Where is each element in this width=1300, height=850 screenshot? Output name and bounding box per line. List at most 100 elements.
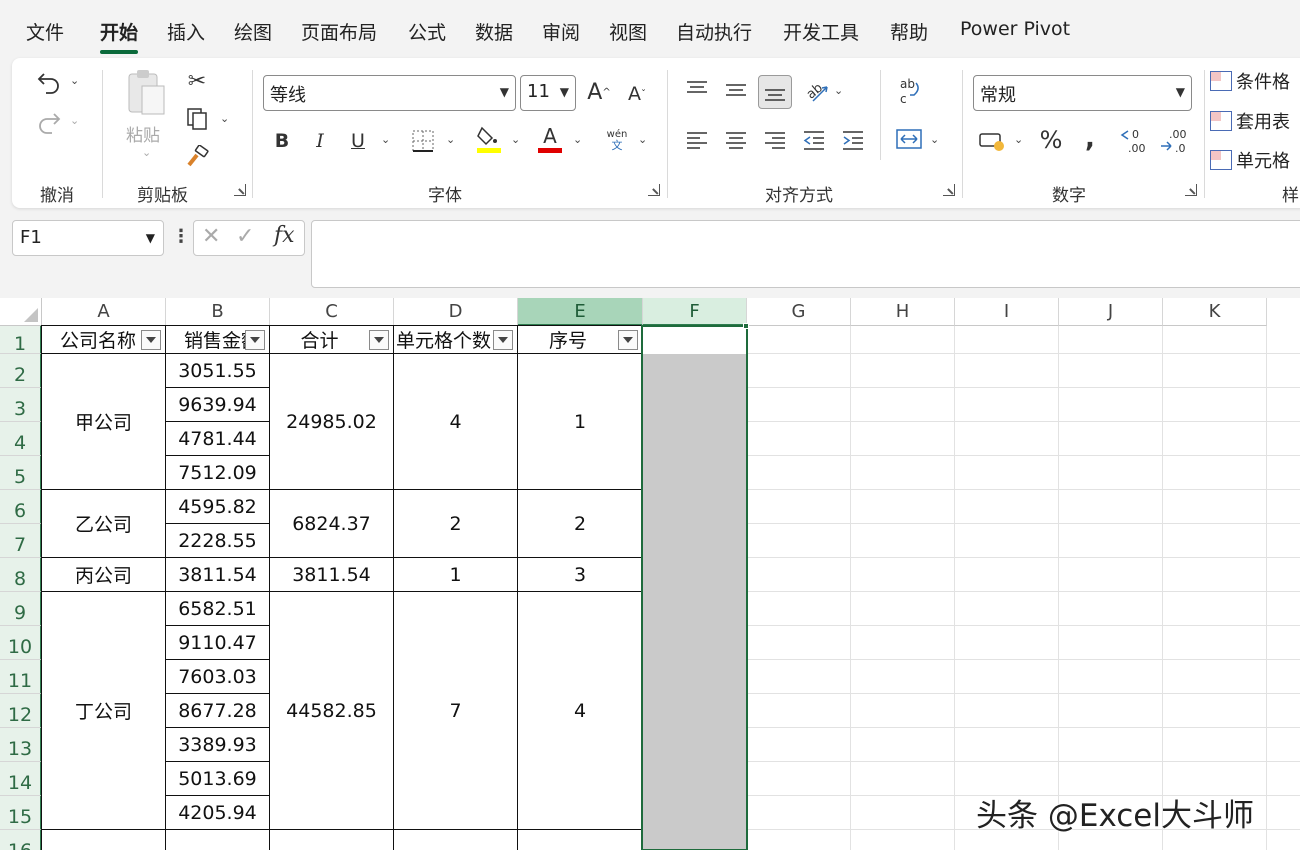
borders-dropdown-icon[interactable]: ⌄: [446, 133, 455, 146]
row-header-5[interactable]: 5: [0, 456, 42, 490]
increase-font-icon[interactable]: A ^: [586, 78, 612, 106]
company-cell[interactable]: 丙公司: [41, 557, 166, 592]
sales-cell[interactable]: 3051.55: [165, 353, 270, 388]
company-cell[interactable]: 乙公司: [41, 489, 166, 558]
sales-cell[interactable]: 9110.47: [165, 625, 270, 660]
count-cell[interactable]: 4: [393, 353, 518, 490]
align-top-icon[interactable]: [684, 78, 710, 102]
filter-dropdown-icon[interactable]: [141, 330, 161, 350]
total-cell[interactable]: 3811.54: [269, 557, 394, 592]
sales-cell[interactable]: 7512.09: [165, 455, 270, 490]
fill-color-icon[interactable]: [475, 124, 503, 154]
row-header-10[interactable]: 10: [0, 626, 42, 660]
clipboard-launcher-icon[interactable]: [234, 184, 246, 196]
empty-cell[interactable]: [517, 829, 643, 850]
phonetic-dropdown-icon[interactable]: ⌄: [638, 133, 647, 146]
column-header-f[interactable]: F: [643, 298, 747, 326]
column-header-g[interactable]: G: [747, 298, 851, 326]
tab-review[interactable]: 审阅: [542, 18, 580, 45]
copy-dropdown-icon[interactable]: ⌄: [220, 112, 229, 125]
tab-power-pivot[interactable]: Power Pivot: [960, 18, 1070, 40]
column-header-i[interactable]: I: [955, 298, 1059, 326]
index-cell[interactable]: 1: [517, 353, 643, 490]
paste-label[interactable]: 粘贴: [126, 121, 160, 146]
filter-dropdown-icon[interactable]: [369, 330, 389, 350]
empty-cell[interactable]: [41, 829, 166, 850]
number-launcher-icon[interactable]: [1185, 184, 1197, 196]
align-left-icon[interactable]: [684, 128, 710, 152]
accounting-format-icon[interactable]: [978, 128, 1008, 154]
row-header-14[interactable]: 14: [0, 762, 42, 796]
tab-page-layout[interactable]: 页面布局: [301, 18, 377, 45]
conditional-formatting-button[interactable]: 条件格: [1210, 68, 1290, 94]
fill-handle[interactable]: [743, 323, 749, 329]
sales-cell[interactable]: 3389.93: [165, 727, 270, 762]
row-header-6[interactable]: 6: [0, 490, 42, 524]
tab-draw[interactable]: 绘图: [234, 18, 272, 45]
tab-developer[interactable]: 开发工具: [783, 18, 859, 45]
tab-data[interactable]: 数据: [475, 18, 513, 45]
font-size-combo[interactable]: 11 ▼: [520, 75, 576, 111]
sales-cell[interactable]: 4595.82: [165, 489, 270, 524]
name-box[interactable]: F1 ▼: [12, 220, 164, 256]
tab-view[interactable]: 视图: [609, 18, 647, 45]
count-cell[interactable]: 7: [393, 591, 518, 830]
empty-cell[interactable]: [269, 829, 394, 850]
paste-icon[interactable]: [124, 68, 168, 118]
tab-home[interactable]: 开始: [100, 18, 139, 54]
tab-insert[interactable]: 插入: [167, 18, 205, 45]
index-cell[interactable]: 2: [517, 489, 643, 558]
percent-icon[interactable]: %: [1038, 126, 1064, 154]
row-header-2[interactable]: 2: [0, 354, 42, 388]
borders-icon[interactable]: [410, 128, 436, 154]
merge-dropdown-icon[interactable]: ⌄: [930, 133, 939, 146]
undo-icon[interactable]: [34, 66, 64, 96]
orientation-icon[interactable]: ab: [802, 78, 830, 104]
sales-cell[interactable]: 4205.94: [165, 795, 270, 830]
merge-center-icon[interactable]: [894, 126, 924, 152]
sales-cell[interactable]: 5013.69: [165, 761, 270, 796]
filter-dropdown-icon[interactable]: [618, 330, 638, 350]
font-color-dropdown-icon[interactable]: ⌄: [573, 133, 582, 146]
wrap-text-icon[interactable]: ab c: [896, 76, 924, 106]
fill-color-dropdown-icon[interactable]: ⌄: [511, 133, 520, 146]
total-cell[interactable]: 24985.02: [269, 353, 394, 490]
increase-indent-icon[interactable]: [840, 128, 866, 152]
column-header-e[interactable]: E: [518, 298, 643, 326]
cut-icon[interactable]: ✂: [184, 68, 210, 94]
align-center-icon[interactable]: [723, 128, 749, 152]
column-header-c[interactable]: C: [270, 298, 394, 326]
underline-dropdown-icon[interactable]: ⌄: [381, 133, 390, 146]
column-header-b[interactable]: B: [166, 298, 270, 326]
row-header-9[interactable]: 9: [0, 592, 42, 626]
number-format-combo[interactable]: 常规 ▼: [973, 75, 1192, 111]
column-header-j[interactable]: J: [1059, 298, 1163, 326]
row-header-16[interactable]: 16: [0, 830, 42, 850]
total-cell[interactable]: 6824.37: [269, 489, 394, 558]
insert-function-icon[interactable]: fx: [274, 223, 295, 248]
align-right-icon[interactable]: [762, 128, 788, 152]
filter-dropdown-icon[interactable]: [493, 330, 513, 350]
empty-cell[interactable]: [165, 829, 270, 850]
decrease-indent-icon[interactable]: [801, 128, 827, 152]
row-header-7[interactable]: 7: [0, 524, 42, 558]
sales-cell[interactable]: 3811.54: [165, 557, 270, 592]
company-cell[interactable]: 甲公司: [41, 353, 166, 490]
select-all-button[interactable]: [0, 298, 42, 326]
sales-cell[interactable]: 4781.44: [165, 421, 270, 456]
underline-icon[interactable]: U: [346, 128, 370, 154]
undo-dropdown-icon[interactable]: ⌄: [70, 74, 79, 87]
sales-cell[interactable]: 8677.28: [165, 693, 270, 728]
row-header-12[interactable]: 12: [0, 694, 42, 728]
align-middle-icon[interactable]: [723, 78, 749, 102]
column-header-h[interactable]: H: [851, 298, 955, 326]
count-cell[interactable]: 1: [393, 557, 518, 592]
index-cell[interactable]: 3: [517, 557, 643, 592]
row-header-13[interactable]: 13: [0, 728, 42, 762]
row-header-4[interactable]: 4: [0, 422, 42, 456]
row-header-3[interactable]: 3: [0, 388, 42, 422]
accounting-dropdown-icon[interactable]: ⌄: [1014, 133, 1023, 146]
worksheet-grid[interactable]: ABCDEFGHIJK12345678910111213141516公司名称销售…: [0, 298, 1300, 850]
index-cell[interactable]: 4: [517, 591, 643, 830]
column-header-a[interactable]: A: [42, 298, 166, 326]
